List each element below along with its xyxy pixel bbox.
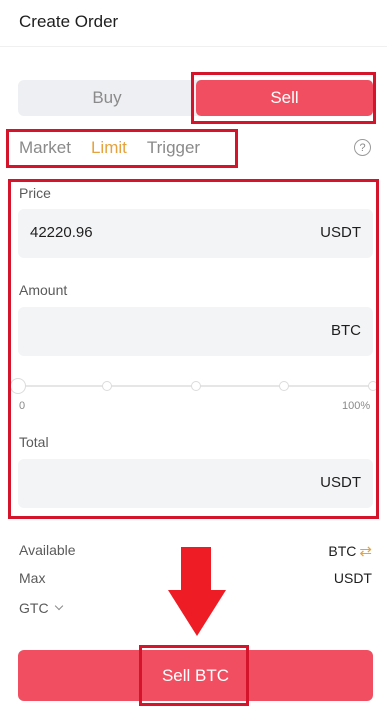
- sell-btc-button[interactable]: Sell BTC: [18, 650, 373, 701]
- slider-mark-75[interactable]: [279, 381, 290, 391]
- max-value: USDT: [333, 570, 372, 586]
- slider-mark-25[interactable]: [101, 381, 112, 391]
- total-unit: USDT: [320, 474, 361, 491]
- max-value-group: USDT: [334, 570, 372, 586]
- slider-mark-100[interactable]: [368, 381, 378, 391]
- total-label: Total: [19, 434, 49, 450]
- page-title: Create Order: [19, 12, 119, 31]
- header-divider: [0, 46, 387, 47]
- available-label: Available: [19, 542, 76, 558]
- sell-button[interactable]: Sell: [196, 80, 373, 116]
- price-value: 42220.96: [30, 224, 93, 241]
- price-label: Price: [19, 185, 51, 201]
- available-value-group: BTC ⇄: [328, 542, 372, 560]
- order-type-tabs: Market Limit Trigger: [19, 138, 200, 162]
- tab-trigger[interactable]: Trigger: [147, 138, 200, 162]
- buy-button[interactable]: Buy: [18, 80, 196, 116]
- header: Create Order: [0, 0, 387, 47]
- amount-unit: BTC: [331, 322, 361, 339]
- annotation-arrow-shaft: [181, 547, 211, 592]
- annotation-arrow-head: [168, 590, 226, 636]
- tab-market[interactable]: Market: [19, 138, 71, 162]
- slider-min-label: 0: [19, 400, 26, 412]
- price-input[interactable]: 42220.96 USDT: [18, 209, 373, 258]
- amount-input[interactable]: BTC: [18, 307, 373, 356]
- time-in-force-dropdown[interactable]: GTC: [19, 600, 63, 616]
- amount-label: Amount: [19, 282, 68, 298]
- available-value: BTC: [328, 543, 357, 559]
- tab-limit[interactable]: Limit: [91, 138, 127, 162]
- help-icon[interactable]: ?: [354, 139, 371, 156]
- slider-handle[interactable]: [10, 378, 26, 394]
- slider-max-label: 100%: [342, 400, 371, 412]
- swap-icon[interactable]: ⇄: [359, 542, 372, 560]
- slider-mark-50[interactable]: [190, 381, 201, 391]
- amount-slider[interactable]: [10, 378, 378, 394]
- chevron-down-icon: [54, 601, 63, 611]
- max-label: Max: [19, 570, 46, 586]
- price-unit: USDT: [320, 224, 361, 241]
- time-in-force-value: GTC: [19, 600, 49, 616]
- total-input[interactable]: USDT: [18, 459, 373, 508]
- buy-sell-toggle: Buy Sell: [18, 80, 373, 116]
